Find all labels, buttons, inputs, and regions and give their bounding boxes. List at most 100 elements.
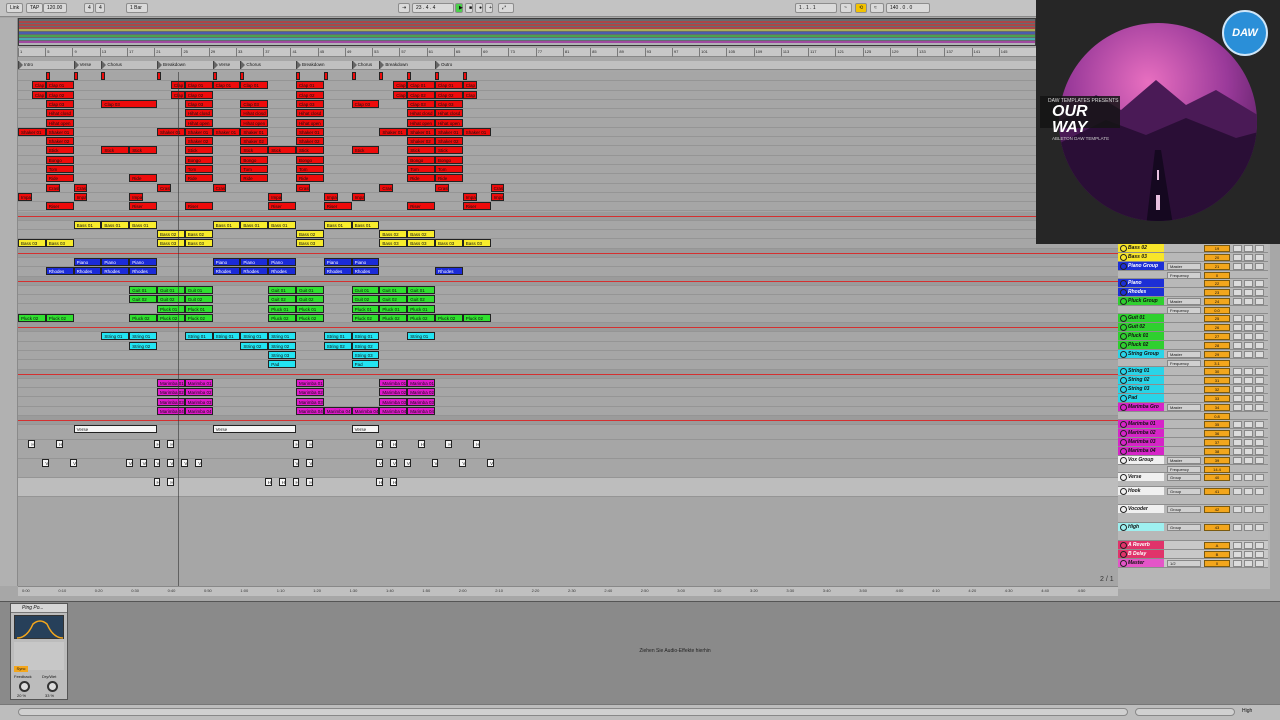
- clip-marimba-01[interactable]: Marimba 01: [157, 378, 185, 387]
- solo-button[interactable]: [1233, 333, 1242, 340]
- clip-high[interactable]: High: [264, 478, 272, 487]
- clip-guit-01[interactable]: Guit 01: [351, 285, 380, 294]
- clip-hihat-open[interactable]: Hihat open: [296, 118, 324, 127]
- track-header-vocoder[interactable]: Vocoder Group 42: [1118, 505, 1268, 523]
- clip-marker[interactable]: [45, 72, 50, 80]
- clip-marimba-03[interactable]: Marimba 03: [407, 397, 435, 406]
- clip-bass-02[interactable]: Bass 02: [157, 230, 185, 239]
- clip-guit-01[interactable]: Guit 01: [268, 285, 296, 294]
- clip-impact[interactable]: Impact: [73, 192, 88, 201]
- volume-field[interactable]: 35: [1204, 421, 1230, 428]
- track-name[interactable]: Pad: [1118, 394, 1164, 402]
- meter-numerator[interactable]: 4: [84, 3, 94, 13]
- arm-button[interactable]: [1244, 333, 1253, 340]
- clip-guit-02[interactable]: Guit 02: [407, 295, 435, 304]
- clip-impact[interactable]: Impact: [268, 192, 283, 201]
- clip-impact[interactable]: Impact: [18, 192, 32, 201]
- stop-button[interactable]: ■: [465, 3, 473, 13]
- arm-button[interactable]: [1244, 542, 1253, 549]
- volume-field[interactable]: B: [1204, 551, 1230, 558]
- arm-button[interactable]: [1244, 263, 1253, 270]
- solo-button[interactable]: [1233, 351, 1242, 358]
- automation-line[interactable]: [18, 327, 1118, 329]
- clip-pluck-02[interactable]: Pluck 02: [45, 313, 74, 322]
- solo-button[interactable]: [1233, 430, 1242, 437]
- activator-button[interactable]: [1255, 333, 1264, 340]
- clip-piano[interactable]: Piano: [240, 258, 269, 266]
- clip-pluck-01[interactable]: Pluck 01: [379, 304, 408, 313]
- clip-piano[interactable]: Piano: [101, 258, 130, 266]
- clip-ride[interactable]: Ride: [240, 174, 269, 183]
- clip-guit-01[interactable]: Guit 01: [184, 285, 213, 294]
- clip-clap-03[interactable]: Clap 03: [296, 99, 324, 108]
- clip-shaker-01[interactable]: Shaker 01: [184, 127, 213, 136]
- horizontal-scrollbar[interactable]: [18, 708, 1128, 716]
- clip-marimba-04[interactable]: Marimba 04: [407, 406, 435, 415]
- io-chooser[interactable]: Frequency: [1167, 307, 1201, 314]
- track-header-automation[interactable]: Frequency 0.0: [1118, 306, 1268, 314]
- activator-button[interactable]: [1255, 524, 1264, 531]
- arrangement-overview[interactable]: [18, 18, 1036, 46]
- clip-shaker-01[interactable]: Shaker 01: [45, 127, 74, 136]
- clip-guit-02[interactable]: Guit 02: [157, 295, 185, 304]
- clip-pluck-01[interactable]: Pluck 01: [407, 304, 435, 313]
- volume-field[interactable]: 33: [1204, 395, 1230, 402]
- clip-shaker-02[interactable]: Shaker 02: [296, 137, 324, 146]
- loop-length-field[interactable]: 140 . 0 . 0: [886, 3, 930, 13]
- io-chooser[interactable]: Group: [1167, 474, 1201, 481]
- clip-clap-03[interactable]: Clap 03: [240, 99, 269, 108]
- clip-high[interactable]: High: [292, 478, 300, 487]
- activator-button[interactable]: [1255, 551, 1264, 558]
- clip-clap-03[interactable]: Clap 03: [435, 99, 463, 108]
- clip-marimba-03[interactable]: Marimba 03: [296, 397, 324, 406]
- arm-button[interactable]: [1244, 254, 1253, 261]
- clip-stick[interactable]: Stick: [129, 146, 157, 155]
- clip-shaker-01[interactable]: Shaker 01: [18, 127, 46, 136]
- io-chooser[interactable]: Frequency: [1167, 466, 1201, 473]
- clip-rhodes[interactable]: Rhodes: [101, 267, 130, 276]
- solo-button[interactable]: [1233, 324, 1242, 331]
- clip-pluck-02[interactable]: Pluck 02: [407, 313, 435, 322]
- clip-bongo[interactable]: Bongo: [435, 155, 463, 164]
- clip-crash[interactable]: Crash: [157, 183, 171, 192]
- clip-clap-01[interactable]: Clap 01: [435, 81, 463, 90]
- track-header-pluck-group[interactable]: Pluck Group Master 24: [1118, 297, 1268, 306]
- clip-pluck-02[interactable]: Pluck 02: [184, 313, 213, 322]
- clip-bongo[interactable]: Bongo: [296, 155, 324, 164]
- sync-button[interactable]: Sync: [14, 666, 28, 672]
- loop-start-field[interactable]: 1 . 1 . 1: [795, 3, 837, 13]
- clip-crash[interactable]: Crash: [45, 183, 60, 192]
- clip-marimba-02[interactable]: Marimba 02: [184, 388, 213, 397]
- clip-hook[interactable]: Hook: [473, 440, 481, 449]
- activator-button[interactable]: [1255, 245, 1264, 252]
- clip-riser[interactable]: Riser: [268, 202, 296, 211]
- clip-string-03[interactable]: String 03: [268, 351, 296, 359]
- clip-guit-01[interactable]: Guit 01: [407, 285, 435, 294]
- solo-button[interactable]: [1233, 263, 1242, 270]
- clip-vocd[interactable]: Vocd: [389, 459, 397, 468]
- clip-clap-02[interactable]: Clap 02: [407, 90, 435, 99]
- clip-string-01[interactable]: String 01: [268, 332, 296, 341]
- arm-button[interactable]: [1244, 560, 1253, 567]
- clip-hihat-closd[interactable]: Hihat closd: [296, 109, 324, 118]
- track-name[interactable]: Pluck 01: [1118, 332, 1164, 340]
- clip-clap-01[interactable]: Clap 01: [296, 81, 324, 90]
- io-chooser[interactable]: Frequency: [1167, 272, 1201, 279]
- clip-guit-01[interactable]: Guit 01: [379, 285, 408, 294]
- clip-shaker-01[interactable]: Shaker 01: [407, 127, 435, 136]
- activator-button[interactable]: [1255, 506, 1264, 513]
- volume-field[interactable]: 19: [1204, 245, 1230, 252]
- arm-button[interactable]: [1244, 395, 1253, 402]
- arm-button[interactable]: [1244, 404, 1253, 411]
- track-header-hook[interactable]: Hook Group 41: [1118, 487, 1268, 505]
- track-name[interactable]: Marimba 03: [1118, 438, 1164, 446]
- solo-button[interactable]: [1233, 298, 1242, 305]
- track-name[interactable]: Piano: [1118, 279, 1164, 287]
- clip-clap-02[interactable]: Clap 02: [462, 90, 477, 99]
- track-header-automation[interactable]: Frequency 14.4: [1118, 465, 1268, 473]
- clip-marimba-04[interactable]: Marimba 04: [351, 406, 380, 415]
- solo-button[interactable]: [1233, 289, 1242, 296]
- track-name[interactable]: Pluck 02: [1118, 341, 1164, 349]
- clip-bass-01[interactable]: Bass 01: [101, 220, 130, 229]
- clip-clap-03[interactable]: Clap 03: [184, 99, 213, 108]
